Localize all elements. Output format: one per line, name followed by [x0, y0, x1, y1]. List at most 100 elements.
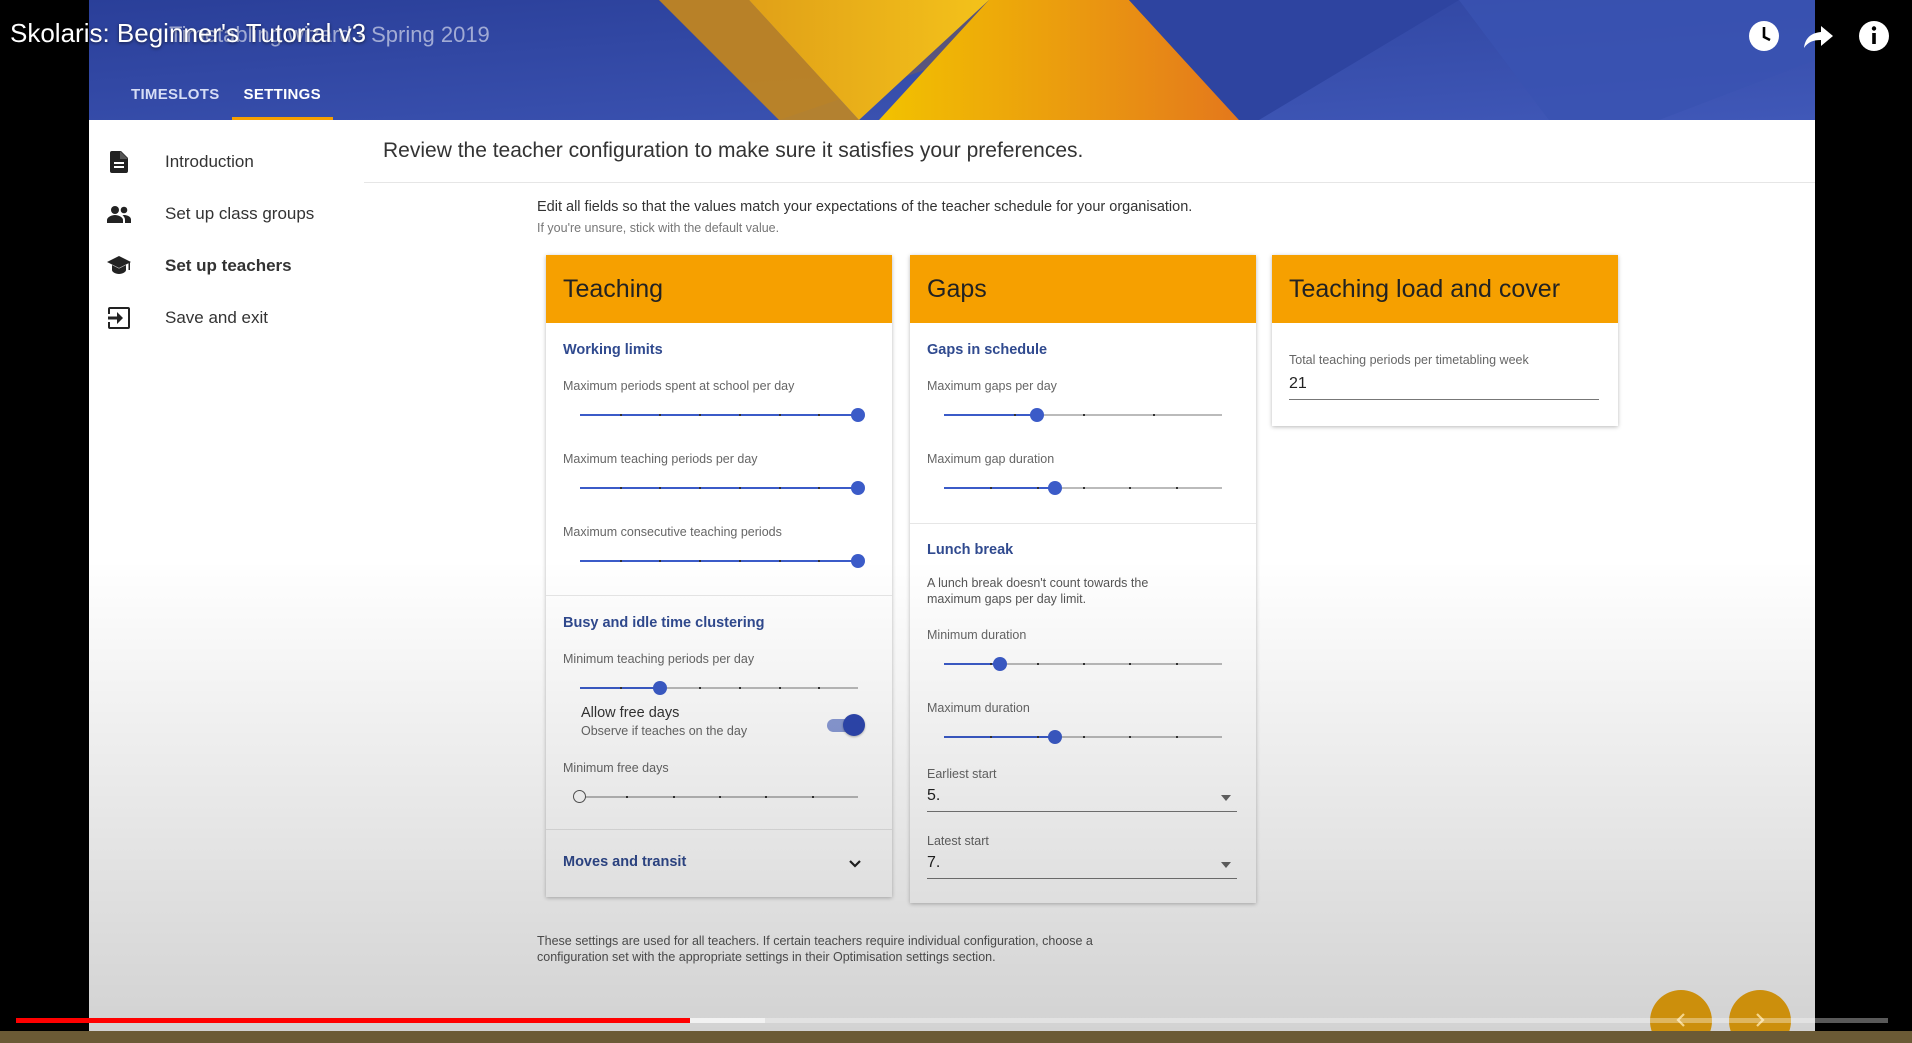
teaching-card-title: Teaching: [546, 255, 892, 323]
slider-tick: [990, 736, 993, 738]
slider-tick: [738, 414, 741, 416]
gaps-card-title: Gaps: [910, 255, 1256, 323]
slider-tick: [1083, 414, 1085, 416]
moves-transit-title: Moves and transit: [563, 854, 687, 870]
max-consecutive-slider[interactable]: [580, 554, 865, 568]
latest-start-select[interactable]: 7.: [927, 850, 1237, 879]
slider-tick: [778, 687, 781, 689]
max-teaching-slider[interactable]: [580, 481, 865, 495]
section-divider: [546, 595, 892, 596]
document-icon: [107, 150, 131, 174]
max-gap-duration-label: Maximum gap duration: [927, 452, 1055, 466]
earliest-start-select[interactable]: 5.: [927, 783, 1237, 812]
sidebar-item-introduction[interactable]: Introduction: [89, 136, 364, 188]
app-frame: Timetabling wizard - Spring 2019 TIMESLO…: [89, 0, 1815, 1043]
video-title[interactable]: Skolaris: Beginner's Tutorial v3: [10, 18, 366, 49]
slider-tick: [1036, 736, 1039, 738]
clock-icon[interactable]: [1746, 18, 1782, 54]
exit-icon: [107, 306, 131, 330]
min-teaching-label: Minimum teaching periods per day: [563, 652, 755, 666]
slider-tick: [1152, 414, 1155, 416]
slider-thumb[interactable]: [992, 657, 1007, 671]
video-progress-bar[interactable]: [16, 1018, 1888, 1023]
slider-tick: [659, 487, 662, 489]
latest-start-label: Latest start: [927, 834, 989, 848]
slider-tick: [1083, 663, 1085, 665]
working-limits-title: Working limits: [563, 342, 663, 358]
slider-tick: [738, 487, 741, 489]
max-duration-slider[interactable]: [944, 730, 1222, 744]
slider-thumb[interactable]: [1029, 408, 1044, 422]
allow-free-toggle[interactable]: [827, 714, 865, 736]
min-duration-label: Minimum duration: [927, 628, 1027, 642]
allow-free-label: Allow free days: [581, 705, 680, 721]
slider-tick: [811, 796, 814, 798]
sidebar-item-class-groups[interactable]: Set up class groups: [89, 188, 364, 240]
earliest-start-value: 5.: [927, 787, 941, 804]
sidebar-item-label: Set up class groups: [165, 204, 315, 223]
min-duration-slider[interactable]: [944, 657, 1222, 671]
min-free-slider[interactable]: [573, 790, 858, 804]
max-school-label: Maximum periods spent at school per day: [563, 379, 795, 393]
teaching-card: Teaching Working limits Maximum periods …: [546, 255, 892, 897]
slider-tick: [738, 687, 741, 689]
max-teaching-label: Maximum teaching periods per day: [563, 452, 758, 466]
toggle-knob: [843, 714, 865, 736]
sidebar-item-label: Set up teachers: [165, 256, 292, 275]
next-frame-strip: [0, 1031, 1912, 1043]
slider-tick: [699, 687, 702, 689]
lunch-desc: A lunch break doesn't count towards the: [927, 576, 1149, 590]
tab-timeslots[interactable]: TIMESLOTS: [119, 86, 232, 120]
slider-tick: [719, 796, 721, 798]
slider-tick: [699, 560, 702, 562]
max-gap-duration-slider[interactable]: [944, 481, 1222, 495]
slider-thumb[interactable]: [1048, 730, 1063, 744]
min-teaching-slider[interactable]: [580, 681, 858, 695]
slider-tick: [619, 560, 622, 562]
slider-tick: [659, 560, 662, 562]
max-duration-label: Maximum duration: [927, 701, 1030, 715]
max-gaps-slider[interactable]: [944, 408, 1222, 422]
teaching-load-card: Teaching load and cover Total teaching p…: [1272, 255, 1618, 426]
info-icon[interactable]: [1856, 18, 1892, 54]
earliest-start-label: Earliest start: [927, 767, 997, 781]
slider-tick: [1129, 736, 1132, 738]
gaps-schedule-title: Gaps in schedule: [927, 342, 1048, 358]
max-consecutive-label: Maximum consecutive teaching periods: [563, 525, 782, 539]
slider-thumb[interactable]: [1048, 481, 1063, 495]
slider-thumb[interactable]: [851, 408, 865, 422]
slider-thumb[interactable]: [652, 681, 667, 695]
sidebar-item-teachers[interactable]: Set up teachers: [89, 240, 364, 292]
teaching-load-title: Teaching load and cover: [1272, 255, 1618, 323]
slider-tick: [778, 487, 781, 489]
slider-tick: [619, 414, 622, 416]
moves-transit-row[interactable]: Moves and transit: [546, 830, 892, 896]
dropdown-arrow-icon: [1221, 795, 1231, 801]
page-title: Review the teacher configuration to make…: [364, 120, 1815, 183]
slider-tick: [619, 687, 622, 689]
total-periods-value: 21: [1289, 375, 1307, 392]
max-gaps-label: Maximum gaps per day: [927, 379, 1057, 393]
slider-tick: [738, 560, 741, 562]
tab-settings[interactable]: SETTINGS: [231, 86, 333, 120]
nav-tabs: TIMESLOTS SETTINGS: [119, 86, 333, 120]
dropdown-arrow-icon: [1221, 862, 1231, 868]
people-icon: [107, 202, 131, 226]
intro-text: Edit all fields so that the values match…: [537, 199, 1193, 215]
slider-thumb[interactable]: [851, 481, 865, 495]
share-arrow-icon[interactable]: [1801, 18, 1837, 54]
total-periods-label: Total teaching periods per timetabling w…: [1289, 353, 1529, 367]
total-periods-input[interactable]: 21: [1289, 371, 1599, 400]
slider-tick: [990, 487, 993, 489]
slider-tick: [1175, 487, 1178, 489]
slider-thumb[interactable]: [851, 554, 865, 568]
slider-tick: [818, 487, 821, 489]
lunch-break-title: Lunch break: [927, 542, 1014, 558]
slider-thumb[interactable]: [573, 790, 586, 803]
slider-tick: [778, 560, 781, 562]
slider-tick: [818, 560, 821, 562]
sidebar-item-save-exit[interactable]: Save and exit: [89, 292, 364, 344]
chevron-down-icon: [848, 856, 862, 874]
footer-note: These settings are used for all teachers…: [537, 934, 1093, 948]
max-school-slider[interactable]: [580, 408, 865, 422]
